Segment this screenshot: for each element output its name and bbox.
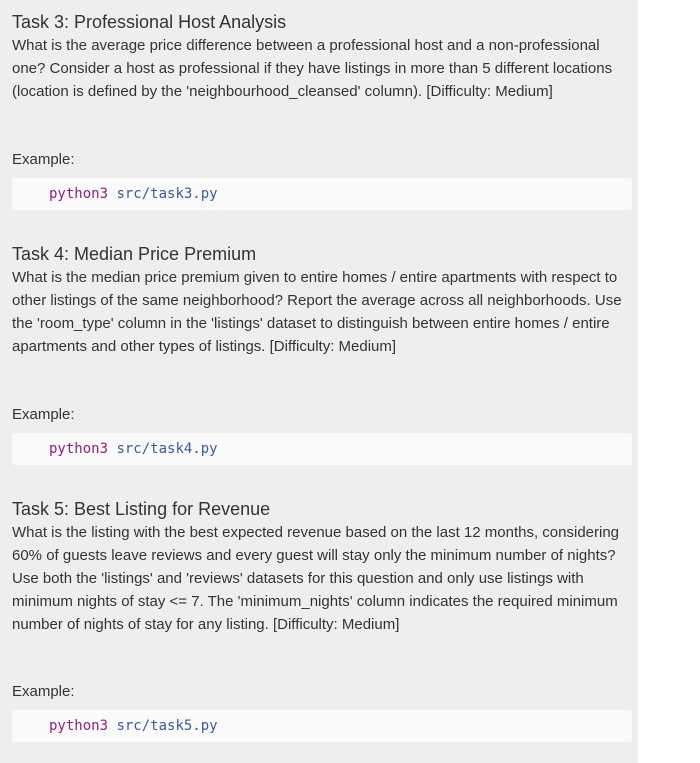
example-label: Example: — [12, 406, 75, 423]
code-command-line: python3 src/task3.py — [49, 185, 218, 203]
example-label: Example: — [12, 683, 75, 700]
task-description: What is the average price difference bet… — [12, 37, 613, 100]
content-panel: Task 3: Professional Host Analysis What … — [0, 0, 638, 763]
code-argument: src/task5.py — [116, 718, 218, 734]
example-label: Example: — [12, 151, 75, 168]
task-title: Task 5: Best Listing for Revenue — [12, 499, 271, 519]
code-command-line: python3 src/task5.py — [49, 717, 218, 735]
task-description: What is the median price premium given t… — [12, 269, 622, 355]
task-section-5: Task 5: Best Listing for Revenue What is… — [12, 498, 632, 742]
task-section-4: Task 4: Median Price Premium What is the… — [12, 243, 632, 465]
code-command: python3 — [49, 186, 109, 202]
code-command: python3 — [49, 718, 109, 734]
task-title: Task 3: Professional Host Analysis — [12, 12, 287, 32]
code-argument: src/task3.py — [116, 186, 218, 202]
code-argument: src/task4.py — [116, 441, 218, 457]
code-block[interactable]: python3 src/task3.py — [12, 178, 632, 210]
code-block[interactable]: python3 src/task5.py — [12, 710, 632, 742]
code-command-line: python3 src/task4.py — [49, 440, 218, 458]
task-title: Task 4: Median Price Premium — [12, 244, 257, 264]
code-command: python3 — [49, 441, 109, 457]
task-section-3: Task 3: Professional Host Analysis What … — [12, 11, 632, 210]
task-description: What is the listing with the best expect… — [12, 524, 620, 633]
code-block[interactable]: python3 src/task4.py — [12, 433, 632, 465]
